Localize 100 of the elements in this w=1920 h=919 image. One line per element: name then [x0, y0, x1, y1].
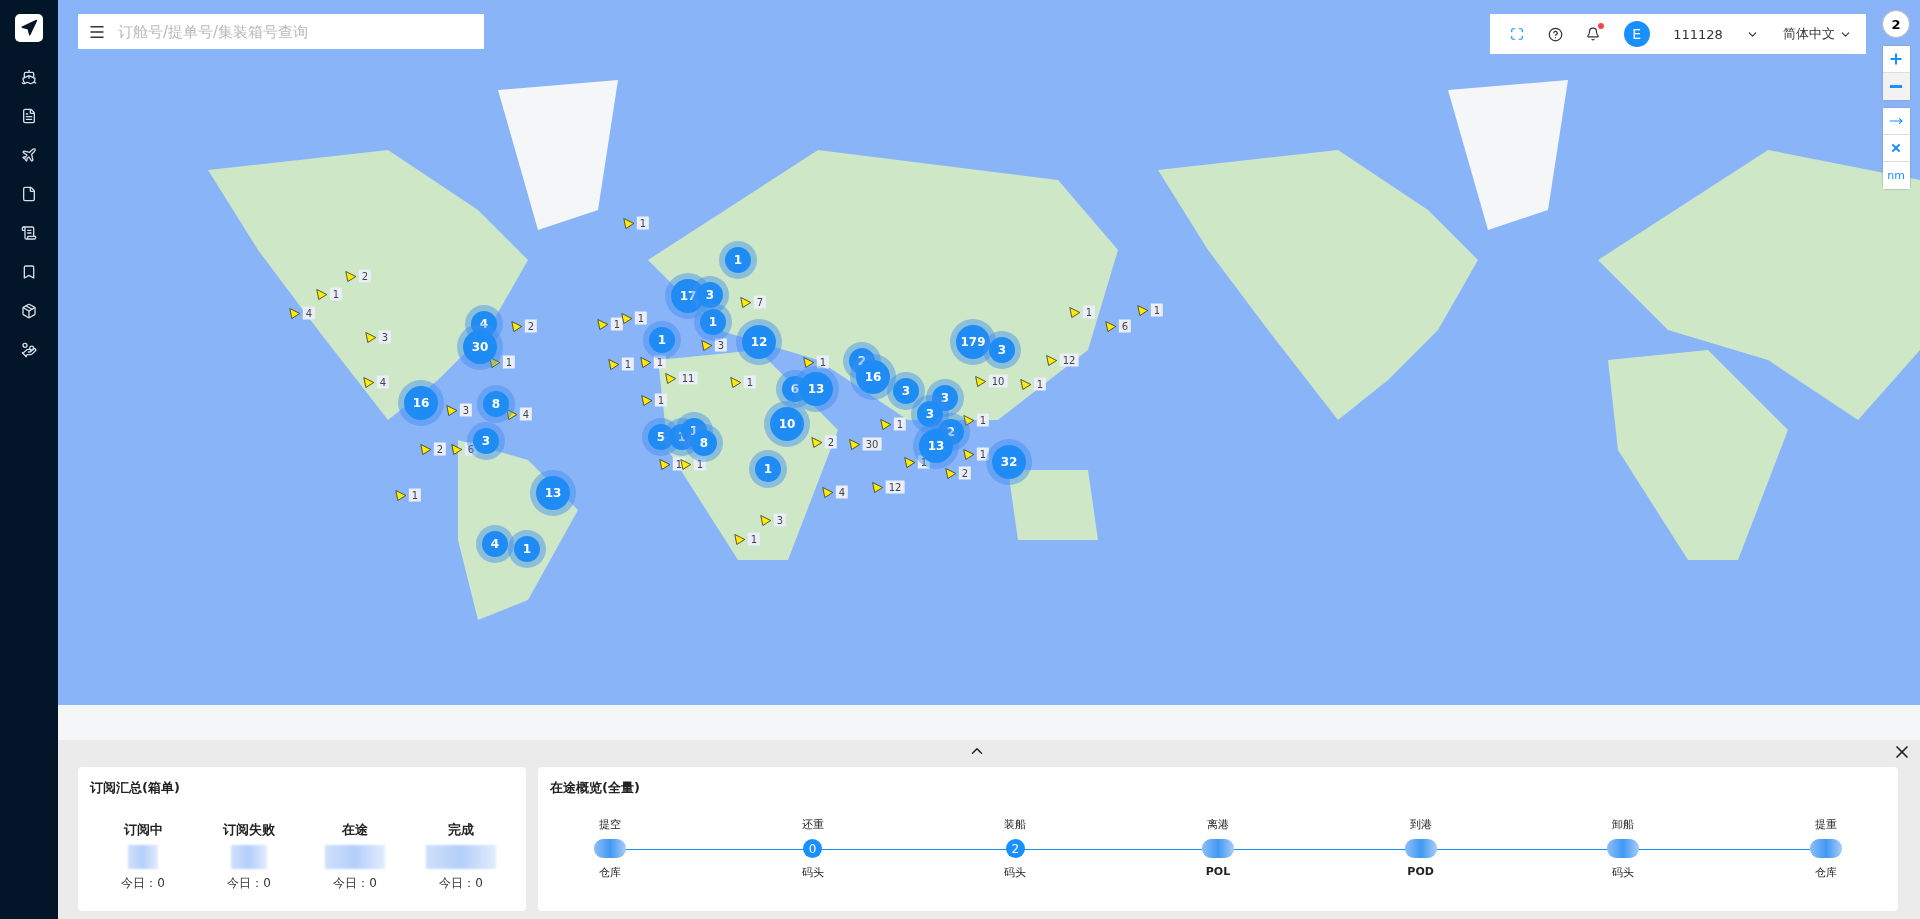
zoom-in-button[interactable] [1882, 46, 1910, 73]
ship-marker-icon[interactable] [879, 418, 892, 430]
document-icon[interactable] [21, 108, 37, 124]
package-icon[interactable] [21, 303, 37, 319]
cluster-marker[interactable]: 3 [473, 428, 499, 454]
ship-marker-icon[interactable] [802, 356, 815, 368]
cluster-marker[interactable]: 1 [649, 327, 675, 353]
avatar: E [1623, 21, 1650, 47]
ship-marker-icon[interactable] [394, 489, 407, 501]
ship-count-label: 1 [408, 488, 422, 502]
step-label: 装船 [1004, 817, 1027, 832]
step-count: 2 [1005, 839, 1025, 858]
ship-marker-icon[interactable] [510, 320, 523, 332]
blurred-step-node [1607, 839, 1640, 858]
ship-marker-icon[interactable] [733, 533, 746, 545]
ship-marker-icon[interactable] [729, 376, 742, 388]
ship-marker-icon[interactable] [450, 443, 463, 455]
ship-count-label: 10 [988, 374, 1008, 388]
stat-label: 订阅中 [123, 821, 163, 839]
ship-marker-icon[interactable] [871, 481, 884, 493]
search-bar[interactable]: 订舱号/提单号/集装箱号查询 [78, 14, 484, 49]
ship-count-label: 2 [433, 442, 447, 456]
scroll-icon[interactable] [21, 225, 37, 241]
ship-count-label: 1 [1033, 377, 1047, 391]
language-dropdown[interactable]: 简体中文 [1782, 25, 1852, 43]
cluster-marker[interactable]: 8 [483, 391, 509, 417]
ship-marker-icon[interactable] [1045, 354, 1058, 366]
ship-marker-icon[interactable] [640, 394, 653, 406]
ship-count-label: 4 [376, 375, 390, 389]
hand-coins-icon[interactable] [21, 342, 37, 358]
zoom-out-button[interactable] [1882, 73, 1910, 100]
ship-count-label: 1 [693, 457, 707, 471]
cluster-marker[interactable]: 30 [463, 330, 497, 364]
cluster-marker[interactable]: 1 [700, 309, 726, 335]
ship-marker-icon[interactable] [620, 312, 633, 324]
ship-marker-icon[interactable] [596, 318, 609, 330]
ship-count-label: 1 [610, 317, 624, 331]
ship-marker-icon[interactable] [505, 408, 518, 420]
ship-count-label: 1 [329, 287, 343, 301]
ship-marker-icon[interactable] [288, 307, 301, 319]
file-icon[interactable] [21, 186, 37, 202]
ship-marker-icon[interactable] [810, 436, 823, 448]
step-label: 到港 [1409, 817, 1432, 832]
ship-marker-icon[interactable] [362, 376, 375, 388]
ship-marker-icon[interactable] [962, 448, 975, 460]
ship-marker-icon[interactable] [658, 458, 671, 470]
ship-marker-icon[interactable] [974, 375, 987, 387]
card-title: 订阅汇总(箱单) [90, 779, 181, 797]
ship-count-label: 4 [835, 485, 849, 499]
step-place: 码头 [801, 865, 824, 880]
help-icon[interactable] [1547, 26, 1563, 42]
ship-count-label: 1 [634, 311, 648, 325]
ship-marker-icon[interactable] [848, 438, 861, 450]
unit-button[interactable]: nm [1882, 162, 1910, 189]
cluster-marker[interactable]: 13 [799, 372, 833, 406]
step-label: 提空 [599, 817, 621, 832]
ship-marker-icon[interactable] [445, 404, 458, 416]
ship-marker-icon[interactable] [962, 414, 975, 426]
cluster-marker[interactable]: 32 [992, 445, 1026, 479]
ship-marker-icon[interactable] [419, 443, 432, 455]
step-label: 还重 [801, 817, 824, 832]
ship-marker-icon[interactable] [364, 331, 377, 343]
blurred-step-node [1809, 839, 1842, 858]
ship-icon[interactable] [21, 69, 37, 85]
ship-marker-icon[interactable] [607, 358, 620, 370]
cluster-marker[interactable]: 3 [917, 401, 943, 427]
step-place: 仓库 [599, 865, 621, 880]
ship-marker-icon[interactable] [1068, 306, 1081, 318]
ship-marker-icon[interactable] [821, 486, 834, 498]
ship-count-label: 2 [358, 269, 372, 283]
ship-marker-icon[interactable] [1019, 378, 1032, 390]
ship-count-label: 1 [653, 355, 667, 369]
ship-count-label: 1 [747, 532, 761, 546]
ship-marker-icon[interactable] [739, 296, 752, 308]
stat-label: 在途 [342, 821, 368, 839]
plane-icon[interactable] [21, 147, 37, 163]
ship-marker-icon[interactable] [315, 288, 328, 300]
account-name: 111128 [1673, 26, 1723, 42]
step-label: 离港 [1206, 817, 1229, 832]
ship-marker-icon[interactable] [622, 217, 635, 229]
cluster-marker[interactable]: 16 [404, 386, 438, 420]
ship-marker-icon[interactable] [639, 356, 652, 368]
step-label: 提重 [1814, 817, 1837, 832]
ship-marker-icon[interactable] [344, 270, 357, 282]
ship-marker-icon[interactable] [1104, 320, 1117, 332]
ship-marker-icon[interactable] [944, 467, 957, 479]
ship-marker-icon[interactable] [679, 458, 692, 470]
ship-count-label: 3 [714, 338, 728, 352]
ship-count-label: 1 [816, 355, 830, 369]
ship-marker-icon[interactable] [488, 356, 501, 368]
logo-icon[interactable] [15, 14, 43, 42]
ship-count-label: 1 [654, 393, 668, 407]
ship-marker-icon[interactable] [664, 372, 677, 384]
ship-marker-icon[interactable] [903, 456, 916, 468]
clear-button[interactable] [1882, 135, 1910, 162]
bookmark-icon[interactable] [21, 264, 37, 280]
fullscreen-icon[interactable] [1510, 27, 1524, 41]
ship-marker-icon[interactable] [759, 514, 772, 526]
ship-marker-icon[interactable] [1136, 304, 1149, 316]
step-place: 码头 [1004, 865, 1027, 880]
